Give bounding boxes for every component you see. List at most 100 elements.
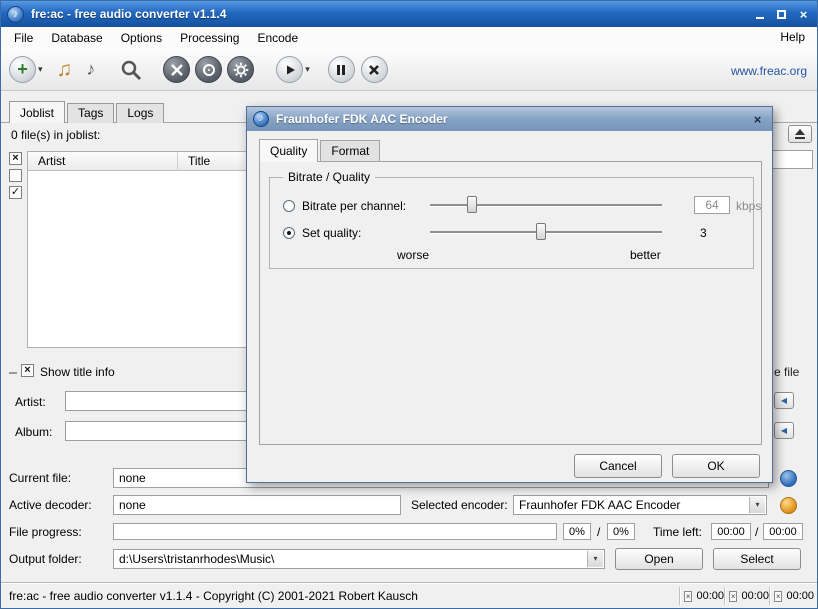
bitrate-quality-group-label: Bitrate / Quality <box>283 170 375 184</box>
progress-slash: / <box>597 525 600 539</box>
active-decoder-label: Active decoder: <box>9 498 92 512</box>
time-left-box-1: 00:00 <box>711 523 751 540</box>
status-time-value: 00:00 <box>696 590 724 602</box>
dialog-logo-icon: ♪ <box>253 111 269 127</box>
bitrate-unit-label: kbps <box>736 199 761 213</box>
toolbar: + ▾ ♫ ♪ <box>1 49 817 91</box>
settings-button[interactable] <box>227 56 254 83</box>
start-conversion-button[interactable] <box>276 56 303 83</box>
worse-label: worse <box>397 248 429 262</box>
status-bar: fre:ac - free audio converter v1.1.4 - C… <box>1 582 817 608</box>
tab-tags[interactable]: Tags <box>67 103 114 123</box>
stop-conversion-button[interactable] <box>361 56 388 83</box>
audio-file-icon[interactable]: ♫ <box>57 58 73 82</box>
freac-main-window: ♪ fre:ac - free audio converter v1.1.4 ×… <box>0 0 818 609</box>
selected-encoder-combo[interactable]: Fraunhofer FDK AAC Encoder ▾ <box>513 495 767 515</box>
minimize-icon <box>756 17 764 19</box>
menu-encode[interactable]: Encode <box>248 28 307 48</box>
eject-cd-button[interactable] <box>788 125 812 143</box>
window-title: fre:ac - free audio converter v1.1.4 <box>31 7 752 21</box>
encoder-config-dialog: ♪ Fraunhofer FDK AAC Encoder × Quality F… <box>246 106 773 483</box>
bitrate-slider-track <box>430 204 662 206</box>
set-quality-label: Set quality: <box>302 226 361 240</box>
dialog-tab-format[interactable]: Format <box>320 140 380 161</box>
play-icon <box>281 61 299 79</box>
close-button[interactable]: × <box>796 7 811 22</box>
progress-percent-box-2: 0% <box>607 523 635 540</box>
status-time-cell: × 00:00 <box>724 587 769 605</box>
open-folder-button[interactable]: Open <box>615 548 703 570</box>
status-time-cell: × 00:00 <box>679 587 724 605</box>
ok-button[interactable]: OK <box>672 454 760 478</box>
menu-file[interactable]: File <box>5 28 42 48</box>
status-time-icon: × <box>684 591 692 602</box>
maximize-icon <box>777 10 786 19</box>
output-folder-dropdown-icon[interactable]: ▾ <box>587 551 603 567</box>
select-all-checkbox[interactable]: × <box>9 152 22 165</box>
dialog-title: Fraunhofer FDK AAC Encoder <box>276 112 448 126</box>
crossed-tools-icon <box>170 63 184 77</box>
gear-icon <box>233 62 249 78</box>
add-files-button[interactable]: + <box>9 56 36 83</box>
start-conversion-dropdown-icon[interactable]: ▾ <box>305 64 310 75</box>
dialog-close-button[interactable]: × <box>749 111 766 127</box>
cancel-button[interactable]: Cancel <box>574 454 662 478</box>
cddb-button[interactable] <box>195 56 222 83</box>
time-left-label: Time left: <box>653 525 702 539</box>
menu-database[interactable]: Database <box>42 28 111 48</box>
quality-value-label: 3 <box>700 226 707 240</box>
active-decoder-field: none <box>113 495 401 515</box>
bitrate-slider[interactable] <box>430 195 662 215</box>
tab-joblist[interactable]: Joblist <box>9 101 65 123</box>
menu-options[interactable]: Options <box>112 28 171 48</box>
maximize-button[interactable] <box>774 7 789 22</box>
tab-logs[interactable]: Logs <box>116 103 164 123</box>
select-none-checkbox[interactable] <box>9 169 22 182</box>
show-title-info-label[interactable]: Show title info <box>40 365 115 379</box>
file-progress-label: File progress: <box>9 525 82 539</box>
status-time-icon: × <box>774 591 782 602</box>
encoder-dropdown-icon[interactable]: ▾ <box>749 497 765 513</box>
artist-label: Artist: <box>15 395 46 409</box>
playlist-icon[interactable]: ♪ <box>86 59 95 80</box>
freac-website-link[interactable]: www.freac.org <box>731 64 807 78</box>
select-folder-button[interactable]: Select <box>713 548 801 570</box>
set-quality-radio[interactable] <box>283 227 295 239</box>
status-time-value: 00:00 <box>786 590 814 602</box>
pause-conversion-button[interactable] <box>328 56 355 83</box>
quality-slider[interactable] <box>430 222 662 242</box>
add-files-dropdown-icon[interactable]: ▾ <box>38 64 43 75</box>
bitrate-slider-thumb[interactable] <box>467 196 477 213</box>
time-slash: / <box>755 525 758 539</box>
search-cd-button[interactable] <box>119 58 143 82</box>
app-logo-icon: ♪ <box>7 6 24 23</box>
configure-encoder-icon[interactable] <box>780 497 797 514</box>
column-header-artist[interactable]: Artist <box>28 152 178 171</box>
better-label: better <box>630 248 661 262</box>
main-tabs: Joblist Tags Logs <box>9 101 166 123</box>
info-icon[interactable] <box>780 470 797 487</box>
disc-icon <box>202 63 216 77</box>
bitrate-value-box[interactable]: 64 <box>694 196 730 214</box>
artist-edit-button[interactable]: ◀ <box>774 392 794 409</box>
bitrate-radio[interactable] <box>283 200 295 212</box>
menu-processing[interactable]: Processing <box>171 28 248 48</box>
tools-button[interactable] <box>163 56 190 83</box>
dialog-tab-quality[interactable]: Quality <box>259 139 318 162</box>
quality-slider-thumb[interactable] <box>536 223 546 240</box>
menu-help[interactable]: Help <box>776 30 809 44</box>
dialog-title-bar[interactable]: ♪ Fraunhofer FDK AAC Encoder × <box>247 107 772 131</box>
eject-icon <box>795 129 805 139</box>
menu-bar: File Database Options Processing Encode … <box>1 27 817 49</box>
toggle-selection-checkbox[interactable]: ✓ <box>9 186 22 199</box>
selected-encoder-label: Selected encoder: <box>411 498 508 512</box>
file-progress-bar <box>113 523 557 540</box>
cd-drive-combo-partial[interactable] <box>771 150 813 169</box>
title-bar[interactable]: ♪ fre:ac - free audio converter v1.1.4 × <box>1 1 817 27</box>
album-edit-button[interactable]: ◀ <box>774 422 794 439</box>
show-title-info-checkbox[interactable]: × <box>21 364 34 377</box>
album-label: Album: <box>15 425 52 439</box>
output-folder-combo[interactable]: d:\Users\tristanrhodes\Music\ ▾ <box>113 549 605 569</box>
minimize-button[interactable] <box>752 7 767 22</box>
splitter-handle[interactable] <box>9 372 17 374</box>
